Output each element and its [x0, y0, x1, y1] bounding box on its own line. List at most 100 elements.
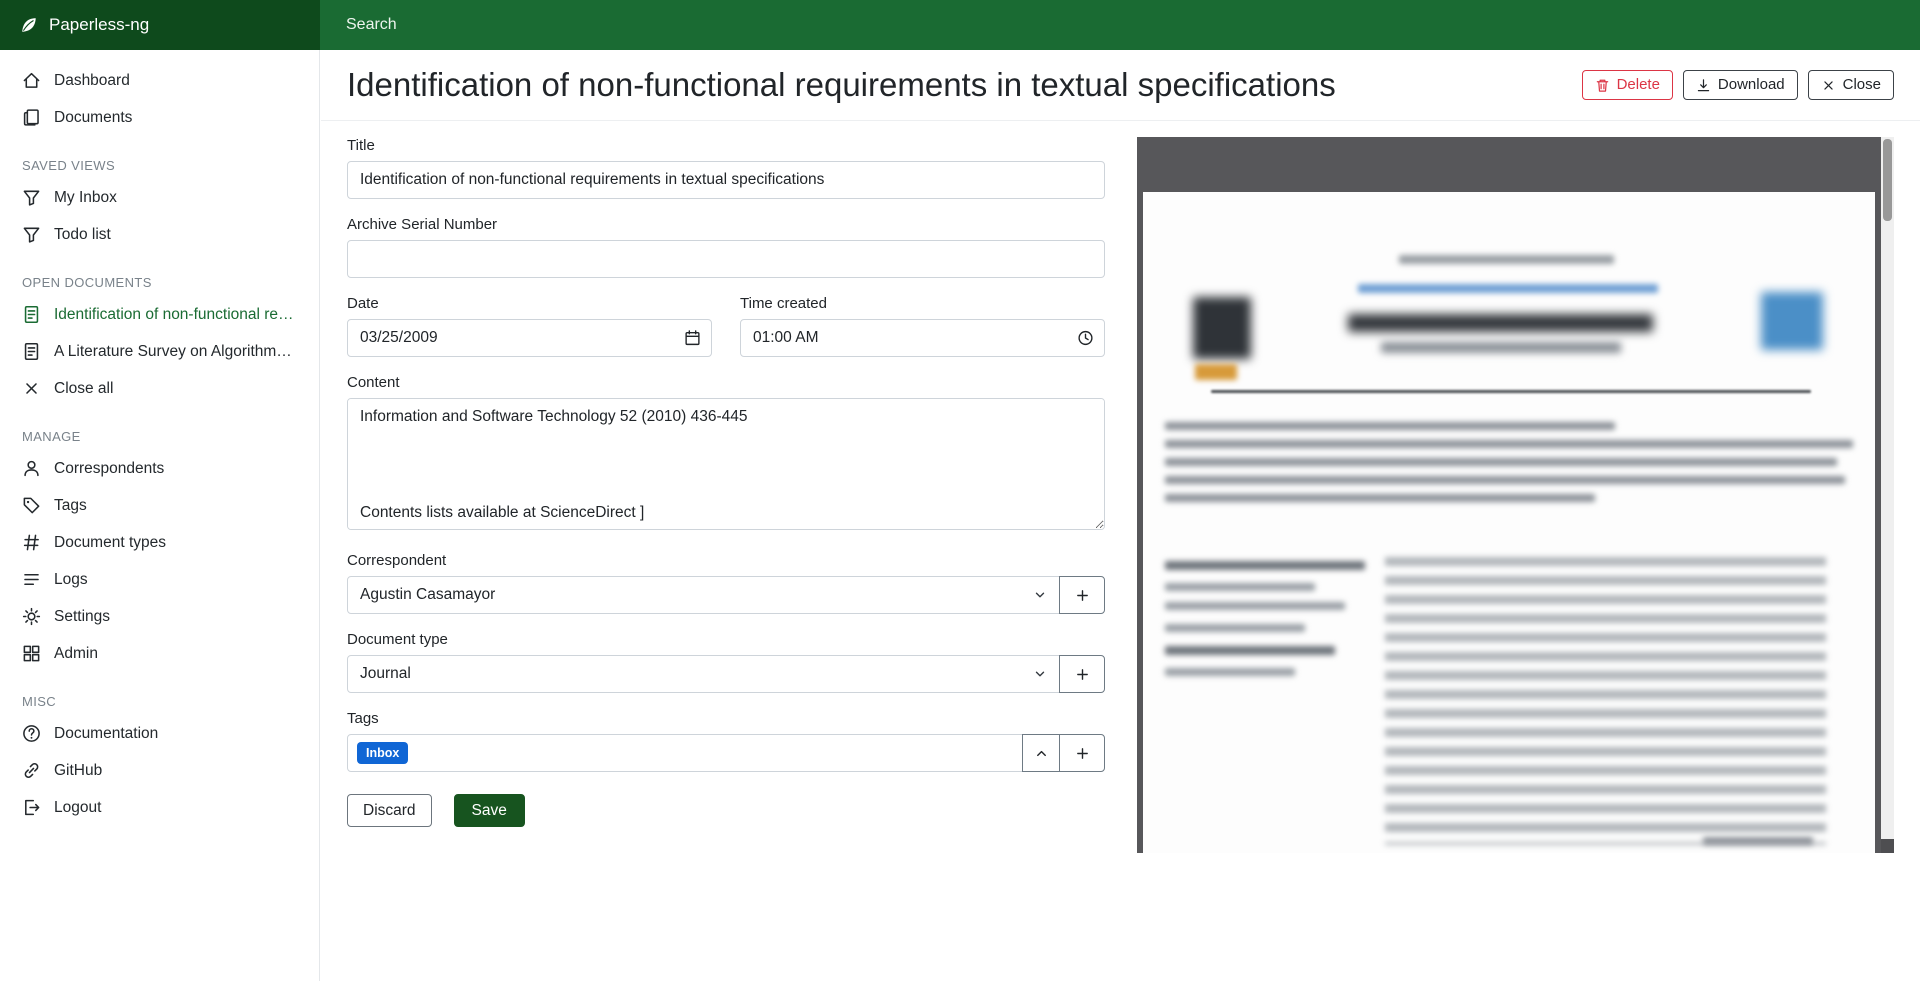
sidebar-item-label: Documentation	[54, 725, 297, 743]
sidebar-item-logout[interactable]: Logout	[0, 789, 319, 826]
correspondent-selected-value: Agustin Casamayor	[360, 586, 495, 604]
tags-dropdown-toggle-button[interactable]	[1022, 734, 1060, 772]
download-button-label: Download	[1718, 76, 1785, 95]
discard-button-label: Discard	[363, 801, 416, 820]
caret-up-icon	[1034, 746, 1049, 761]
documents-icon	[22, 108, 41, 127]
document-detail: Title Archive Serial Number Date Time cr…	[321, 121, 1920, 857]
sidebar-item-label: Document types	[54, 534, 297, 552]
app-brand-label: Paperless-ng	[49, 15, 149, 35]
close-button[interactable]: Close	[1808, 70, 1894, 101]
pdf-page	[1143, 192, 1875, 853]
document-type-select[interactable]: Journal	[347, 655, 1060, 693]
sidebar-item-dashboard[interactable]: Dashboard	[0, 62, 319, 99]
sidebar-item-admin[interactable]: Admin	[0, 635, 319, 672]
asn-label: Archive Serial Number	[347, 216, 1105, 233]
time-created-input[interactable]	[740, 319, 1105, 357]
date-input[interactable]	[347, 319, 712, 357]
title-label: Title	[347, 137, 1105, 154]
sidebar-item-open-document-1[interactable]: Identification of non-functional require…	[0, 296, 319, 333]
sidebar-item-github[interactable]: GitHub	[0, 752, 319, 789]
delete-button[interactable]: Delete	[1582, 70, 1673, 101]
sidebar-item-label: Dashboard	[54, 72, 297, 90]
document-type-input-group: Journal	[347, 655, 1105, 693]
sidebar-item-tags[interactable]: Tags	[0, 487, 319, 524]
sidebar-item-open-document-2[interactable]: A Literature Survey on Algorithms for Mu…	[0, 333, 319, 370]
sidebar-item-label: My Inbox	[54, 189, 297, 207]
sidebar: Dashboard Documents SAVED VIEWS My Inbox…	[0, 50, 320, 981]
sidebar-item-documentation[interactable]: Documentation	[0, 715, 319, 752]
sidebar-item-label: Logs	[54, 571, 297, 589]
add-document-type-button[interactable]	[1059, 655, 1105, 693]
sidebar-item-close-all[interactable]: Close all	[0, 370, 319, 407]
blurred-subtitle	[1381, 342, 1621, 353]
sidebar-item-documents[interactable]: Documents	[0, 99, 319, 136]
grid-icon	[22, 644, 41, 663]
content-textarea[interactable]: Information and Software Technology 52 (…	[347, 398, 1105, 530]
top-navbar: Paperless-ng	[0, 0, 1920, 50]
blurred-link-block	[1358, 284, 1658, 293]
blurred-paragraph-line	[1165, 494, 1595, 502]
sidebar-item-settings[interactable]: Settings	[0, 598, 319, 635]
preview-scrollbar-thumb[interactable]	[1883, 139, 1892, 221]
sidebar-section-saved-views: SAVED VIEWS	[0, 152, 319, 179]
blurred-author-line	[1165, 602, 1345, 610]
sidebar-item-label: Documents	[54, 109, 297, 127]
global-search-bar	[320, 0, 1920, 50]
hash-icon	[22, 533, 41, 552]
correspondent-select[interactable]: Agustin Casamayor	[347, 576, 1060, 614]
sidebar-item-label: GitHub	[54, 762, 297, 780]
sidebar-item-label: Admin	[54, 645, 297, 663]
sidebar-item-document-types[interactable]: Document types	[0, 524, 319, 561]
document-preview[interactable]	[1137, 137, 1894, 853]
plus-icon	[1075, 746, 1090, 761]
save-button[interactable]: Save	[454, 794, 525, 827]
sidebar-item-label: A Literature Survey on Algorithms for Mu…	[54, 343, 297, 361]
asn-input[interactable]	[347, 240, 1105, 278]
sidebar-item-my-inbox[interactable]: My Inbox	[0, 179, 319, 216]
app-brand[interactable]: Paperless-ng	[0, 0, 320, 50]
leaf-logo-icon	[20, 16, 38, 34]
sidebar-item-todo-list[interactable]: Todo list	[0, 216, 319, 253]
chevron-down-icon	[1033, 588, 1047, 602]
clock-icon[interactable]	[1077, 330, 1094, 347]
blurred-text-block	[1399, 255, 1614, 264]
sidebar-item-label: Logout	[54, 799, 297, 817]
sidebar-item-label: Tags	[54, 497, 297, 515]
discard-button[interactable]: Discard	[347, 794, 432, 827]
house-icon	[22, 71, 41, 90]
file-text-icon	[22, 305, 41, 324]
form-actions: Discard Save	[347, 794, 1105, 827]
tag-badge-inbox[interactable]: Inbox	[357, 742, 408, 765]
blurred-paragraph-line	[1165, 440, 1853, 448]
main-content: Identification of non-functional require…	[321, 50, 1920, 981]
search-input[interactable]	[346, 16, 1894, 34]
blurred-author-line	[1165, 646, 1335, 655]
link-icon	[22, 761, 41, 780]
question-circle-icon	[22, 724, 41, 743]
sidebar-item-logs[interactable]: Logs	[0, 561, 319, 598]
sidebar-item-label: Todo list	[54, 226, 297, 244]
sidebar-item-correspondents[interactable]: Correspondents	[0, 450, 319, 487]
add-tag-button[interactable]	[1059, 734, 1105, 772]
blurred-abstract-block	[1385, 557, 1826, 845]
time-created-label: Time created	[740, 295, 1105, 312]
sidebar-item-label: Close all	[54, 380, 297, 398]
funnel-icon	[22, 225, 41, 244]
blurred-paragraph-line	[1165, 476, 1845, 484]
list-icon	[22, 570, 41, 589]
blurred-paragraph-line	[1165, 422, 1615, 430]
delete-button-label: Delete	[1617, 76, 1660, 95]
preview-scrollbar[interactable]	[1881, 137, 1894, 853]
add-correspondent-button[interactable]	[1059, 576, 1105, 614]
x-icon	[1821, 78, 1836, 93]
blurred-author-line	[1165, 624, 1305, 632]
blurred-journal-title	[1348, 314, 1653, 332]
sidebar-item-label: Settings	[54, 608, 297, 626]
download-button[interactable]: Download	[1683, 70, 1798, 101]
blurred-author-line	[1165, 561, 1365, 570]
calendar-icon[interactable]	[684, 330, 701, 347]
title-input[interactable]	[347, 161, 1105, 199]
tags-input[interactable]: Inbox	[347, 734, 1023, 772]
trash-icon	[1595, 78, 1610, 93]
